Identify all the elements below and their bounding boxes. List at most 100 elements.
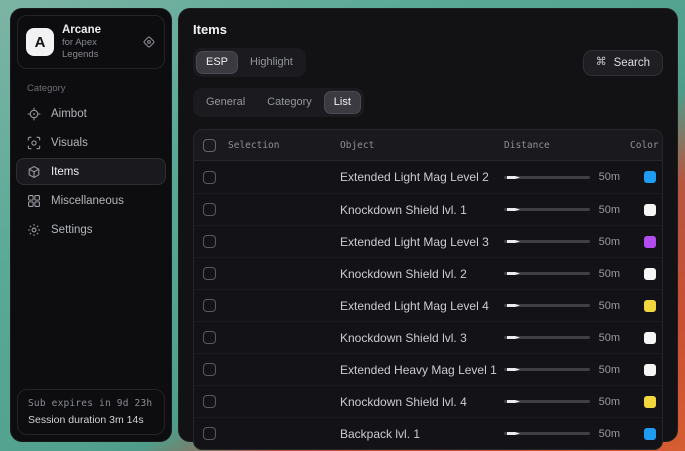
color-swatch[interactable] xyxy=(644,236,656,248)
object-name: Knockdown Shield lvl. 3 xyxy=(340,331,504,345)
sidebar: A Arcane for Apex Legends Category Aimbo… xyxy=(10,8,172,442)
sub-expiry-text: Sub expires in 9d 23h xyxy=(28,398,154,409)
color-swatch[interactable] xyxy=(644,268,656,280)
tab-list[interactable]: List xyxy=(324,91,361,114)
sidebar-nav: Aimbot Visuals Items Miscellaneous Setti… xyxy=(11,100,171,243)
distance-value: 50m xyxy=(599,332,620,344)
sidebar-item-label: Items xyxy=(51,166,79,178)
sidebar-item-items[interactable]: Items xyxy=(16,158,166,185)
object-name: Extended Heavy Mag Level 1 xyxy=(340,363,504,377)
row-checkbox[interactable] xyxy=(203,299,216,312)
tab-category[interactable]: Category xyxy=(257,91,322,114)
row-checkbox[interactable] xyxy=(203,427,216,440)
package-icon xyxy=(27,165,41,179)
slider-thumb-icon[interactable] xyxy=(506,397,521,406)
slider-thumb-icon[interactable] xyxy=(506,173,521,182)
object-name: Knockdown Shield lvl. 1 xyxy=(340,203,504,217)
tab-highlight[interactable]: Highlight xyxy=(240,51,303,74)
row-checkbox[interactable] xyxy=(203,267,216,280)
app-logo: A xyxy=(26,28,54,56)
distance-slider[interactable] xyxy=(504,205,590,214)
crosshair-icon xyxy=(27,107,41,121)
distance-slider[interactable] xyxy=(504,173,590,182)
view-tab-row: GeneralCategoryList xyxy=(193,88,663,117)
distance-value: 50m xyxy=(599,300,620,312)
app-name: Arcane xyxy=(62,23,134,37)
sidebar-item-label: Aimbot xyxy=(51,108,87,120)
color-swatch[interactable] xyxy=(644,171,656,183)
color-swatch[interactable] xyxy=(644,396,656,408)
sidebar-item-label: Visuals xyxy=(51,137,88,149)
sidebar-item-label: Miscellaneous xyxy=(51,195,124,207)
row-checkbox[interactable] xyxy=(203,171,216,184)
header-color: Color xyxy=(630,140,656,151)
row-checkbox[interactable] xyxy=(203,203,216,216)
sidebar-item-settings[interactable]: Settings xyxy=(16,216,166,243)
distance-slider[interactable] xyxy=(504,301,590,310)
distance-slider[interactable] xyxy=(504,429,590,438)
color-swatch[interactable] xyxy=(644,300,656,312)
scan-icon xyxy=(27,136,41,150)
slider-thumb-icon[interactable] xyxy=(506,365,521,374)
row-checkbox[interactable] xyxy=(203,363,216,376)
search-button[interactable]: ⌘ Search xyxy=(583,50,663,76)
distance-value: 50m xyxy=(599,204,620,216)
session-info-card: Sub expires in 9d 23h Session duration 3… xyxy=(17,389,165,435)
color-swatch[interactable] xyxy=(644,364,656,376)
header-selection: Selection xyxy=(228,140,340,151)
table-row: Extended Heavy Mag Level 1 50m xyxy=(194,353,662,385)
sidebar-item-label: Settings xyxy=(51,224,93,236)
main-panel: Items ESPHighlight ⌘ Search GeneralCateg… xyxy=(178,8,678,442)
color-swatch[interactable] xyxy=(644,204,656,216)
table-row: Backpack lvl. 1 50m xyxy=(194,417,662,449)
category-label: Category xyxy=(27,83,171,94)
color-swatch[interactable] xyxy=(644,428,656,440)
app-subtitle: for Apex Legends xyxy=(62,37,134,61)
object-name: Extended Light Mag Level 3 xyxy=(340,235,504,249)
tab-esp[interactable]: ESP xyxy=(196,51,238,74)
page-title: Items xyxy=(193,22,663,37)
table-row: Knockdown Shield lvl. 2 50m xyxy=(194,257,662,289)
row-checkbox[interactable] xyxy=(203,331,216,344)
object-name: Knockdown Shield lvl. 4 xyxy=(340,395,504,409)
toolbar: ESPHighlight ⌘ Search xyxy=(193,48,663,77)
gear-icon xyxy=(27,223,41,237)
distance-slider[interactable] xyxy=(504,333,590,342)
command-icon: ⌘ xyxy=(596,57,607,68)
distance-slider[interactable] xyxy=(504,365,590,374)
slider-thumb-icon[interactable] xyxy=(506,269,521,278)
header-distance: Distance xyxy=(504,140,630,151)
mode-tab-group: ESPHighlight xyxy=(193,48,306,77)
object-name: Extended Light Mag Level 4 xyxy=(340,299,504,313)
table-row: Extended Light Mag Level 4 50m xyxy=(194,289,662,321)
search-button-label: Search xyxy=(614,57,650,69)
distance-slider[interactable] xyxy=(504,237,590,246)
color-swatch[interactable] xyxy=(644,332,656,344)
slider-thumb-icon[interactable] xyxy=(506,205,521,214)
slider-thumb-icon[interactable] xyxy=(506,333,521,342)
tab-general[interactable]: General xyxy=(196,91,255,114)
distance-value: 50m xyxy=(599,396,620,408)
sidebar-item-visuals[interactable]: Visuals xyxy=(16,129,166,156)
table-row: Extended Light Mag Level 3 50m xyxy=(194,225,662,257)
pin-icon[interactable] xyxy=(142,35,156,49)
slider-thumb-icon[interactable] xyxy=(506,429,521,438)
sidebar-item-aimbot[interactable]: Aimbot xyxy=(16,100,166,127)
object-name: Backpack lvl. 1 xyxy=(340,427,504,441)
distance-value: 50m xyxy=(599,268,620,280)
row-checkbox[interactable] xyxy=(203,235,216,248)
table-row: Knockdown Shield lvl. 4 50m xyxy=(194,385,662,417)
sidebar-item-miscellaneous[interactable]: Miscellaneous xyxy=(16,187,166,214)
distance-slider[interactable] xyxy=(504,269,590,278)
slider-thumb-icon[interactable] xyxy=(506,237,521,246)
slider-thumb-icon[interactable] xyxy=(506,301,521,310)
grid-icon xyxy=(27,194,41,208)
select-all-checkbox[interactable] xyxy=(203,139,216,152)
distance-slider[interactable] xyxy=(504,397,590,406)
distance-value: 50m xyxy=(599,428,620,440)
items-table: Selection Object Distance Color Extended… xyxy=(193,129,663,450)
object-name: Knockdown Shield lvl. 2 xyxy=(340,267,504,281)
table-row: Knockdown Shield lvl. 1 50m xyxy=(194,193,662,225)
distance-value: 50m xyxy=(599,171,620,183)
row-checkbox[interactable] xyxy=(203,395,216,408)
